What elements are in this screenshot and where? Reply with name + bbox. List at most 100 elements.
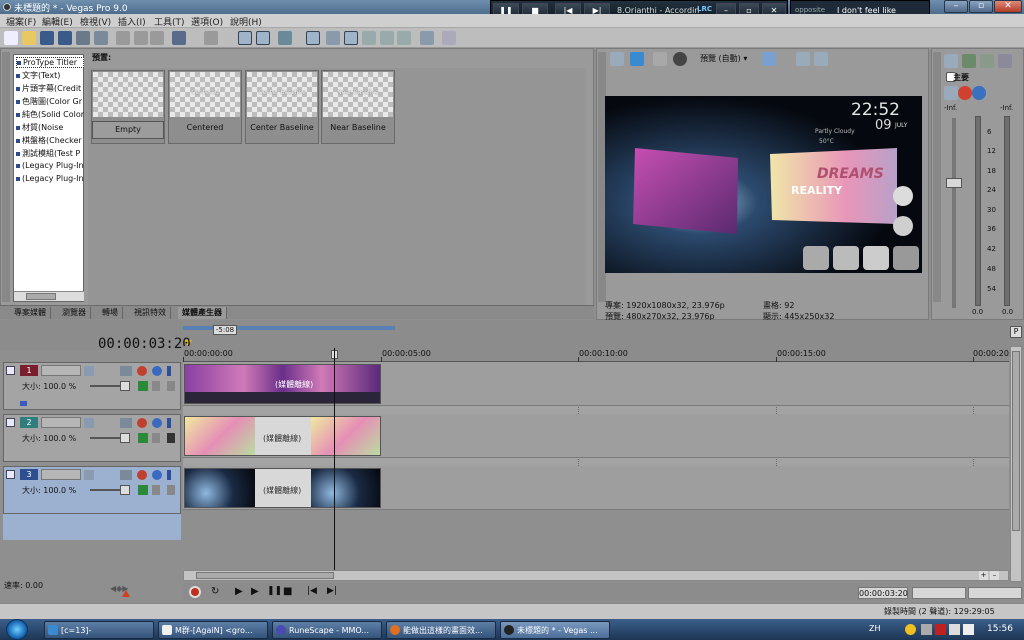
go-to-start-icon[interactable]: |◀ [307,586,319,598]
save-as-icon[interactable] [58,31,72,45]
child-icon[interactable] [167,381,175,391]
auto-crossfade-icon[interactable] [362,31,376,45]
loop-region-length[interactable]: -5:08 [213,325,237,335]
track-header-1[interactable]: 1 大小: 100.0 % [3,362,181,410]
track-fx-icon[interactable] [137,470,147,480]
preview-quality-dropdown[interactable]: 預覽 (自動) ▾ [700,53,747,64]
zoom-in-icon[interactable]: + [979,571,988,580]
external-monitor-icon[interactable] [630,52,644,66]
tab-transitions[interactable]: 轉場 [98,307,123,319]
track-motion-icon[interactable] [84,470,94,480]
generator-item[interactable]: 純色(Solid Color [16,109,84,120]
generator-item[interactable]: (Legacy Plug-In [16,174,84,183]
track-header-2[interactable]: 2 大小: 100.0 % [3,414,181,462]
video-clip-track2[interactable]: (媒體離線) [184,416,381,456]
menu-view[interactable]: 檢視(V) [80,15,111,28]
compositing-mode-icon[interactable] [138,381,148,391]
loop-playback-icon[interactable]: ↻ [211,586,223,598]
generator-item[interactable]: 色階圖(Color Gr [16,96,84,107]
generator-item[interactable]: 材質(Noise [16,122,84,133]
pause-icon[interactable]: ❚❚ [267,586,282,598]
timeline-cursor[interactable] [334,348,335,570]
play-from-start-icon[interactable]: ▶ [235,586,247,598]
scroll-thumb[interactable] [196,572,334,579]
track-header-3[interactable]: 3 大小: 100.0 % [3,466,181,514]
cut-icon[interactable] [116,31,130,45]
zoom-tool-icon[interactable] [326,31,340,45]
timeline-corner-icon[interactable]: P [1010,326,1022,338]
record-icon[interactable] [189,586,201,598]
taskbar-item[interactable]: M群-[AgaiN] <gro... [158,621,268,639]
timeline-ruler[interactable]: 00:00:00:00 00:00:05:00 00:00:10:00 00:0… [183,346,1012,362]
lock-envelopes-icon[interactable] [380,31,394,45]
track-name-field[interactable] [41,365,81,376]
master-automation-icon[interactable] [958,86,972,100]
generator-item[interactable]: 測試模組(Test P [16,148,84,159]
menu-insert[interactable]: 插入(I) [118,15,146,28]
generator-list-scrollbar[interactable] [14,291,84,301]
play-icon[interactable]: ▶ [251,586,263,598]
taskbar-item-active[interactable]: 未標題的 * - Vegas ... [500,621,610,639]
overlays-icon[interactable] [762,52,776,66]
preview-properties-icon[interactable] [610,52,624,66]
child-icon[interactable] [167,433,175,443]
system-clock[interactable]: 15:56 [987,624,1013,634]
tray-app-icon[interactable] [921,624,932,635]
new-file-icon[interactable] [4,31,18,45]
snapping-icon[interactable] [344,31,358,45]
fx-icon[interactable] [653,52,667,66]
menu-help[interactable]: 說明(H) [230,15,262,28]
tab-media-generators[interactable]: 媒體產生器 [178,307,227,319]
network-icon[interactable] [949,624,960,635]
save-icon[interactable] [40,31,54,45]
tab-project-media[interactable]: 專案媒體 [10,307,51,319]
compositing-mode-icon[interactable] [138,433,148,443]
panel-dock-handle[interactable] [933,52,941,302]
compositing-icon[interactable] [120,470,132,480]
start-button[interactable] [6,619,28,640]
scroll-thumb[interactable] [1012,351,1020,531]
track-motion-icon[interactable] [84,366,94,376]
redo-icon[interactable] [204,31,218,45]
paste-icon[interactable] [150,31,164,45]
master-fx-icon[interactable] [962,54,976,68]
generator-item[interactable]: 片頭字幕(Credit [16,83,84,94]
preset-thumb-near-baseline[interactable]: Near Baseline Near Baseline [321,70,395,144]
volume-icon[interactable] [963,624,974,635]
generator-item[interactable]: ProType Titler [16,57,84,68]
compositing-icon[interactable] [120,366,132,376]
language-indicator[interactable]: ZH [869,624,881,633]
track-motion-icon[interactable] [84,418,94,428]
preferences-icon[interactable] [420,31,434,45]
menu-file[interactable]: 檔案(F) [6,15,36,28]
parent-icon[interactable] [152,433,160,443]
mute-icon[interactable] [152,418,162,428]
slider-handle[interactable] [120,485,130,495]
generator-item[interactable]: 棋盤格(Checker [16,135,84,146]
envelope-tool-icon[interactable] [278,31,292,45]
stop-icon[interactable]: ■ [283,586,295,598]
tray-smiley-icon[interactable] [905,624,916,635]
panel-dock-handle[interactable] [2,52,10,302]
timeline-vertical-scrollbar[interactable] [1010,346,1022,582]
tab-video-fx[interactable]: 視訊特效 [130,307,171,319]
master-fader-handle[interactable] [946,178,962,188]
menu-options[interactable]: 選項(O) [191,15,223,28]
child-icon[interactable] [167,485,175,495]
selection-tool-icon[interactable] [306,31,320,45]
generator-item[interactable]: 文字(Text) [16,70,84,81]
maximize-button[interactable]: ▫ [969,0,993,13]
video-clip-track1[interactable]: (媒體離線) [184,364,381,404]
parent-icon[interactable] [152,381,160,391]
properties-icon[interactable] [94,31,108,45]
taskbar-item[interactable]: 能做出這樣的畫面效... [386,621,496,639]
normal-edit-tool-icon[interactable] [256,31,270,45]
master-bypass-icon[interactable] [972,86,986,100]
track-name-field[interactable] [41,417,81,428]
track-fx-icon[interactable] [137,366,147,376]
taskbar-item[interactable]: RuneScape - MMO... [272,621,382,639]
copy-icon[interactable] [134,31,148,45]
solo-icon[interactable] [167,366,171,376]
master-insert-fx-icon[interactable] [944,86,958,100]
timeline-horizontal-scrollbar[interactable]: + – [183,570,1009,581]
